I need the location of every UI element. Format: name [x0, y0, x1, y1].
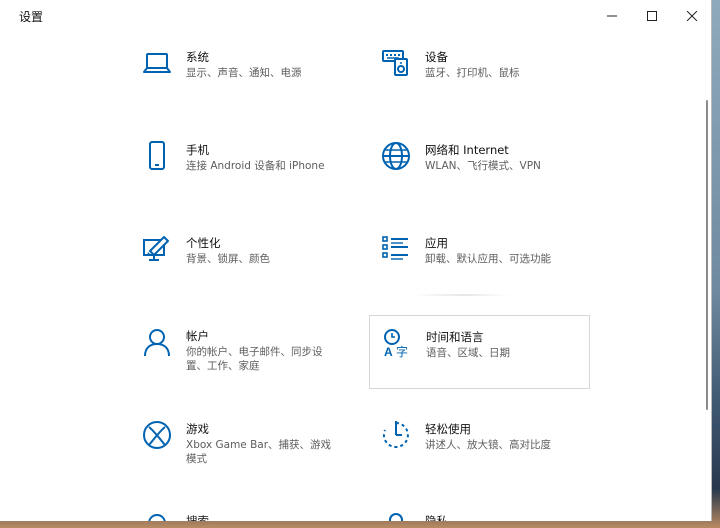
tile-system[interactable]: 系统 显示、声音、通知、电源 [142, 48, 364, 88]
minimize-icon [607, 15, 617, 16]
phone-icon [142, 141, 172, 171]
tile-title: 系统 [186, 50, 209, 64]
tile-subtitle: 显示、声音、通知、电源 [186, 67, 302, 79]
accessibility-timer-icon [381, 420, 411, 450]
tile-title: 搜索 [186, 514, 209, 521]
search-icon [142, 512, 172, 521]
tile-apps[interactable]: 应用 卸载、默认应用、可选功能 [381, 234, 603, 274]
tile-title: 游戏 [186, 422, 209, 436]
tile-devices[interactable]: 设备 蓝牙、打印机、鼠标 [381, 48, 603, 88]
maximize-button[interactable] [632, 0, 672, 31]
tile-subtitle: 讲述人、放大镜、高对比度 [425, 439, 551, 451]
tile-title: 手机 [186, 143, 209, 157]
svg-text:A: A [384, 345, 393, 358]
person-icon [142, 327, 172, 357]
tile-title: 隐私 [425, 514, 448, 521]
tile-network[interactable]: 网络和 Internet WLAN、飞行模式、VPN [381, 141, 603, 181]
window-title: 设置 [19, 10, 44, 24]
lock-icon [381, 512, 411, 521]
tile-phone[interactable]: 手机 连接 Android 设备和 iPhone [142, 141, 364, 181]
paint-brush-icon [142, 234, 172, 264]
title-bar: 设置 [0, 0, 711, 31]
tile-personalization[interactable]: 个性化 背景、锁屏、颜色 [142, 234, 364, 274]
tile-title: 应用 [425, 236, 448, 250]
tile-title: 个性化 [186, 236, 221, 250]
keyboard-speaker-icon [381, 48, 411, 78]
tile-title: 网络和 Internet [425, 143, 509, 157]
svg-text:字: 字 [396, 344, 408, 358]
xbox-icon [142, 420, 172, 450]
tile-subtitle: 连接 Android 设备和 iPhone [186, 160, 325, 172]
tile-privacy[interactable]: 隐私 [381, 512, 603, 521]
tile-subtitle: 卸载、默认应用、可选功能 [425, 253, 551, 265]
settings-window: 设置 系统 显示、声音、通知、电源 设备 蓝牙、打印机、鼠标 手机 连接 And… [0, 0, 712, 521]
tile-title: 轻松使用 [425, 422, 471, 436]
close-button[interactable] [672, 0, 711, 31]
tile-title: 设备 [425, 50, 448, 64]
tile-subtitle: Xbox Game Bar、捕获、游戏模式 [186, 439, 332, 465]
globe-icon [381, 141, 411, 171]
tile-accounts[interactable]: 帐户 你的帐户、电子邮件、同步设置、工作、家庭 [142, 327, 364, 377]
tile-time-language[interactable]: A 字 时间和语言 语音、区域、日期 [369, 315, 590, 389]
tile-subtitle: WLAN、飞行模式、VPN [425, 160, 541, 172]
close-icon [687, 10, 697, 21]
tile-subtitle: 背景、锁屏、颜色 [186, 253, 270, 265]
clock-language-icon: A 字 [382, 328, 412, 358]
divider [415, 294, 511, 296]
tile-title: 帐户 [186, 329, 209, 343]
tile-gaming[interactable]: 游戏 Xbox Game Bar、捕获、游戏模式 [142, 420, 364, 470]
tile-subtitle: 语音、区域、日期 [426, 347, 510, 359]
scrollbar-thumb[interactable] [706, 100, 708, 410]
apps-list-icon [381, 234, 411, 264]
laptop-icon [142, 48, 172, 78]
tile-subtitle: 蓝牙、打印机、鼠标 [425, 67, 520, 79]
tile-title: 时间和语言 [426, 330, 484, 344]
maximize-icon [647, 10, 657, 21]
tile-ease-of-access[interactable]: 轻松使用 讲述人、放大镜、高对比度 [381, 420, 603, 460]
tile-subtitle: 你的帐户、电子邮件、同步设置、工作、家庭 [186, 346, 323, 372]
minimize-button[interactable] [592, 0, 632, 31]
tile-search[interactable]: 搜索 [142, 512, 364, 521]
